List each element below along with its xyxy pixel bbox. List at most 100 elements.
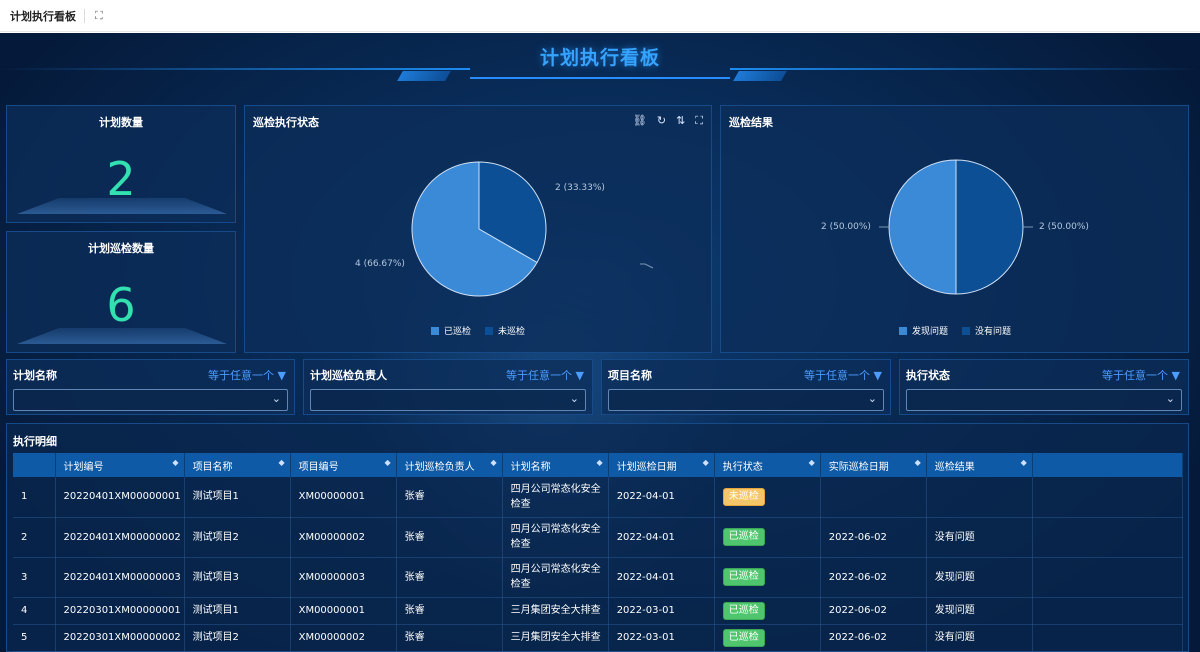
table-cell: 20220301XM00000002 bbox=[55, 624, 185, 652]
label-leader-line bbox=[640, 263, 654, 269]
table-cell: 发现问题 bbox=[926, 557, 1033, 598]
pie-slice-没有问题[interactable] bbox=[955, 159, 1024, 295]
sort-icon[interactable]: ◆ bbox=[1021, 458, 1027, 467]
column-header-label: 计划巡检日期 bbox=[616, 461, 677, 473]
table-cell: 3 bbox=[13, 557, 56, 598]
chevron-down-icon: ⌄ bbox=[569, 392, 579, 405]
table-row[interactable]: 1 20220401XM00000001 测试项目1 XM00000001 张睿 四月公司… bbox=[13, 477, 1184, 518]
table-cell: 2022-04-01 bbox=[608, 557, 715, 598]
table-cell: XM00000001 bbox=[290, 477, 397, 518]
legend-label: 发现问题 bbox=[912, 327, 949, 337]
pie-slice-发现问题[interactable] bbox=[888, 159, 957, 295]
table-cell: 测试项目2 bbox=[184, 624, 291, 652]
table-cell: 已巡检 bbox=[714, 557, 821, 598]
column-header[interactable]: 项目编号 ◆ bbox=[290, 453, 397, 477]
filter-label: 计划巡检负责人 bbox=[310, 369, 387, 382]
table-cell-spacer bbox=[1032, 597, 1184, 625]
column-header-label: 实际巡检日期 bbox=[828, 461, 889, 473]
sort-icon[interactable]: ◆ bbox=[597, 458, 603, 467]
sort-icon[interactable]: ◆ bbox=[915, 458, 921, 467]
pie-slices bbox=[411, 161, 547, 297]
table-cell bbox=[820, 477, 927, 518]
filter-operator[interactable]: 等于任意一个 ▼ bbox=[506, 367, 584, 383]
table-row[interactable]: 2 20220401XM00000002 测试项目2 XM00000002 张睿 四月公司… bbox=[13, 517, 1184, 558]
dashboard-title: 计划执行看板 bbox=[539, 47, 660, 69]
filter-operator[interactable]: 等于任意一个 ▼ bbox=[804, 367, 882, 383]
table-cell-spacer bbox=[1032, 517, 1184, 558]
table-cell: 20220401XM00000003 bbox=[55, 557, 185, 598]
filter-select[interactable]: ⌄ bbox=[608, 389, 884, 411]
sort-icon[interactable]: ◆ bbox=[809, 458, 815, 467]
column-header[interactable]: 计划巡检日期 ◆ bbox=[608, 453, 715, 477]
column-header[interactable]: 执行状态 ◆ bbox=[714, 453, 821, 477]
table-cell: 2022-04-01 bbox=[608, 517, 715, 558]
table-cell: 1 bbox=[13, 477, 56, 518]
table-cell: 张睿 bbox=[396, 517, 503, 558]
sort-icon[interactable]: ◆ bbox=[703, 458, 709, 467]
legend-item[interactable]: 没有问题 bbox=[962, 324, 1011, 337]
column-header[interactable]: 项目名称 ◆ bbox=[184, 453, 291, 477]
table-cell: 4 bbox=[13, 597, 56, 625]
column-header-label: 计划名称 bbox=[510, 461, 551, 473]
table-title: 执行明细 bbox=[13, 435, 57, 448]
column-header-label: 执行状态 bbox=[722, 461, 763, 473]
kpi-value: 2 bbox=[106, 152, 136, 206]
table-cell: 没有问题 bbox=[926, 517, 1033, 558]
column-header[interactable]: 计划名称 ◆ bbox=[502, 453, 609, 477]
legend-label: 没有问题 bbox=[975, 327, 1012, 337]
pie-label: 2 (50.00%) bbox=[821, 222, 871, 232]
sort-icon[interactable]: ◆ bbox=[278, 458, 284, 467]
status-badge: 已巡检 bbox=[722, 568, 765, 586]
table-row[interactable]: 3 20220401XM00000003 测试项目3 XM00000003 张睿 四月公司… bbox=[13, 557, 1184, 598]
table-cell: 2022-06-02 bbox=[820, 557, 927, 598]
column-header-index bbox=[13, 453, 56, 477]
table-cell: 2 bbox=[13, 517, 56, 558]
table-cell: 四月公司常态化安全检查 bbox=[502, 557, 609, 598]
kpi-label: 计划巡检数量 bbox=[88, 242, 154, 255]
table-cell: 2022-04-01 bbox=[608, 477, 715, 518]
table-cell: 测试项目3 bbox=[184, 557, 291, 598]
dashboard-header: 计划执行看板 bbox=[0, 33, 1200, 93]
table-cell: 张睿 bbox=[396, 477, 503, 518]
legend-swatch bbox=[485, 326, 494, 335]
legend-item[interactable]: 发现问题 bbox=[899, 324, 948, 337]
header-decor-left bbox=[397, 71, 451, 81]
table-cell: 三月集团安全大排查 bbox=[502, 624, 609, 652]
column-header-label: 计划编号 bbox=[63, 461, 104, 473]
legend-item[interactable]: 已巡检 bbox=[431, 324, 471, 337]
pie-chart-result bbox=[879, 159, 1033, 295]
top-bar: 计划执行看板 ⛶ bbox=[0, 0, 1200, 32]
header-decor-right bbox=[733, 71, 787, 81]
filter-select[interactable]: ⌄ bbox=[310, 389, 586, 411]
table-cell bbox=[926, 477, 1033, 518]
execution-detail-panel: 执行明细 计划编号 ◆ 项目名称 ◆ 项目编号 ◆ 计划巡检负责人 ◆ 计划名称 ◆ 计划巡检日期 ◆… bbox=[6, 423, 1189, 652]
column-header[interactable]: 计划巡检负责人 ◆ bbox=[396, 453, 503, 477]
table-row[interactable]: 4 20220301XM00000001 测试项目1 XM00000001 张睿 三月集团… bbox=[13, 597, 1184, 625]
sort-icon[interactable]: ◆ bbox=[172, 458, 178, 467]
table-cell-spacer bbox=[1032, 624, 1184, 652]
pie-label: 2 (50.00%) bbox=[1039, 222, 1089, 232]
column-header-label: 项目编号 bbox=[298, 461, 339, 473]
sort-icon[interactable]: ◆ bbox=[384, 458, 390, 467]
column-header-label: 巡检结果 bbox=[934, 461, 975, 473]
table-cell: 没有问题 bbox=[926, 624, 1033, 652]
filter-select[interactable]: ⌄ bbox=[13, 389, 288, 411]
filter-operator[interactable]: 等于任意一个 ▼ bbox=[1102, 367, 1180, 383]
fullscreen-icon[interactable]: ⛶ bbox=[95, 9, 103, 23]
column-header[interactable]: 巡检结果 ◆ bbox=[926, 453, 1033, 477]
chevron-down-icon: ⌄ bbox=[271, 392, 281, 405]
filter-operator[interactable]: 等于任意一个 ▼ bbox=[208, 367, 286, 383]
column-header[interactable]: 实际巡检日期 ◆ bbox=[820, 453, 927, 477]
column-header[interactable]: 计划编号 ◆ bbox=[55, 453, 185, 477]
filter-label: 执行状态 bbox=[906, 369, 950, 382]
filter-select[interactable]: ⌄ bbox=[906, 389, 1182, 411]
table-row[interactable]: 5 20220301XM00000002 测试项目2 XM00000002 张睿 三月集团… bbox=[13, 624, 1184, 652]
table-cell: 测试项目1 bbox=[184, 597, 291, 625]
table-cell: 2022-06-02 bbox=[820, 517, 927, 558]
sort-icon[interactable]: ◆ bbox=[491, 458, 497, 467]
column-header-label: 计划巡检负责人 bbox=[404, 461, 475, 473]
table-cell: XM00000002 bbox=[290, 624, 397, 652]
legend-item[interactable]: 未巡检 bbox=[485, 324, 525, 337]
filter-inspector: 计划巡检负责人 等于任意一个 ▼ ⌄ bbox=[303, 359, 593, 415]
table-cell: 2022-06-02 bbox=[820, 624, 927, 652]
